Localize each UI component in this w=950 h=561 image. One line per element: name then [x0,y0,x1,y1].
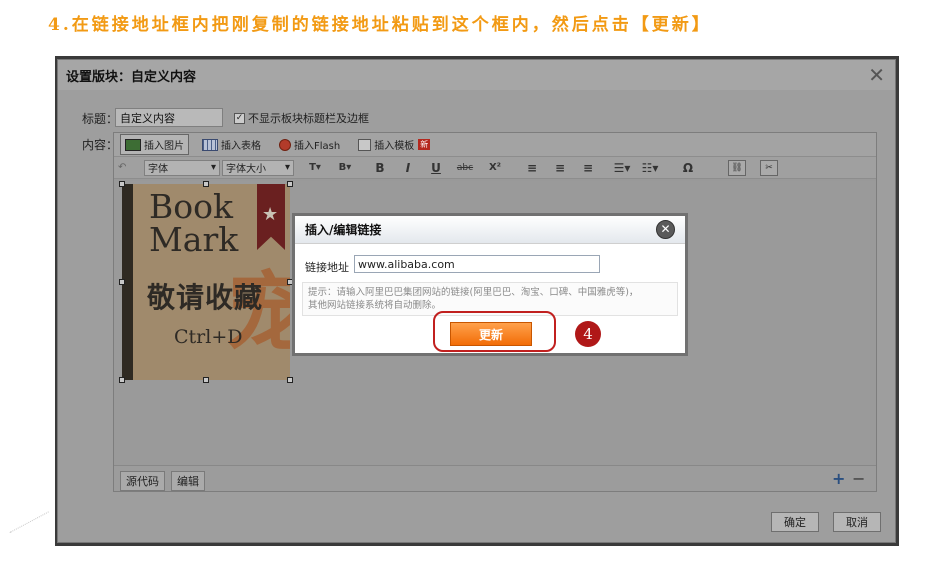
bold-button[interactable]: B [366,161,394,175]
superscript-button[interactable]: X² [480,162,510,173]
background-color-icon: B [338,162,347,173]
hide-title-bar-label: 不显示板块标题栏及边框 [248,112,369,125]
star-icon: ★ [262,204,279,225]
insert-table-button[interactable]: 插入表格 [197,134,266,155]
font-size-select[interactable]: 字体大小 ▾ [222,159,294,176]
insert-image-label: 插入图片 [144,141,184,152]
dialog-header: 设置版块：自定义内容 ✕ [58,60,895,90]
insert-table-label: 插入表格 [221,141,261,152]
bookmark-image[interactable]: ★ 宠 Book Mark 敬请收藏 Ctrl+D [122,184,290,380]
url-label: 链接地址 [305,261,349,274]
bookmark-shortcut: Ctrl+D [174,326,243,348]
insert-flash-button[interactable]: 插入Flash [274,134,345,155]
align-right-icon[interactable]: ≡ [574,161,602,175]
new-badge: 新 [418,139,431,150]
resize-handle[interactable] [203,377,209,383]
unlink-icon[interactable]: ✂ [760,159,778,176]
plus-icon[interactable]: + [832,469,845,488]
font-size-select-value: 字体大小 [226,164,266,175]
align-center-icon[interactable]: ≡ [546,161,574,175]
text-color-icon: T [309,162,316,173]
dialog-title: 设置版块：自定义内容 [66,69,197,85]
flash-icon [279,138,291,151]
resize-handle[interactable] [287,181,293,187]
title-input[interactable] [115,108,223,127]
bulleted-list-icon[interactable]: ☰▾ [608,161,636,175]
chevron-down-icon: ▾ [284,162,290,173]
step-number-badge: 4 [575,321,601,347]
italic-button[interactable]: I [394,161,422,175]
insert-template-button[interactable]: 插入模板新 [353,134,435,155]
confirm-button[interactable]: 确定 [771,512,819,532]
link-hint-line1: 提示：请输入阿里巴巴集团网站的链接(阿里巴巴、淘宝、口碑、中国雅虎等)， [308,287,639,298]
font-select[interactable]: 字体 ▾ [144,159,220,176]
bookmark-title-line2: Mark [149,220,239,259]
url-input[interactable] [354,255,600,273]
bookmark-title: Book Mark [149,190,238,256]
highlight-ring [433,311,556,352]
hide-title-bar-option[interactable]: ✓ 不显示板块标题栏及边框 [234,110,369,126]
bookmark-chinese-text: 敬请收藏 [147,281,264,314]
link-dialog-title: 插入/编辑链接 [305,223,382,237]
format-toolbar: ↶ 字体 ▾ 字体大小 ▾ T▾ B▾ B I U abc X² ≡ ≡ ≡ ☰▾ … [114,157,876,179]
underline-button[interactable]: U [422,161,450,175]
close-icon[interactable]: ✕ [868,65,885,85]
resize-handle[interactable] [203,181,209,187]
instruction-text: 4.在链接地址框内把刚复制的链接地址粘贴到这个框内，然后点击【更新】 [48,15,712,35]
text-color-button[interactable]: T▾ [300,162,330,173]
resize-handle[interactable] [119,181,125,187]
special-character-button[interactable]: Ω [674,161,702,175]
background-color-button[interactable]: B▾ [330,162,360,173]
resize-handle[interactable] [119,279,125,285]
insert-image-button[interactable]: 插入图片 [120,134,189,155]
link-dialog-header: 插入/编辑链接 ✕ [295,216,685,244]
insert-toolbar: 插入图片 插入表格 插入Flash 插入模板新 [114,133,876,157]
chevron-down-icon: ▾ [210,162,216,173]
strikethrough-button[interactable]: abc [450,163,480,173]
hide-title-bar-checkbox[interactable]: ✓ [234,112,245,124]
template-icon [358,138,372,151]
minus-icon[interactable]: − [852,469,865,488]
resize-handle[interactable] [287,377,293,383]
link-hint-line2: 其他网站链接系统将自动删除。 [308,300,442,311]
table-icon [202,138,218,151]
numbered-list-icon[interactable]: ☷▾ [636,161,664,175]
insert-template-label: 插入模板 [374,141,415,152]
tab-edit[interactable]: 编辑 [171,471,205,491]
tab-source-code[interactable]: 源代码 [120,471,165,491]
title-label: 标题： [82,112,119,126]
resize-handle[interactable] [119,377,125,383]
editor-footer: 源代码 编辑 + − [114,465,876,491]
insert-flash-label: 插入Flash [294,141,341,152]
image-icon [125,138,141,151]
close-icon[interactable]: ✕ [656,220,675,239]
undo-icon[interactable]: ↶ [118,162,138,173]
link-icon[interactable]: ⛓ [728,159,746,176]
cancel-button[interactable]: 取消 [833,512,881,532]
font-select-value: 字体 [148,164,168,175]
align-left-icon[interactable]: ≡ [518,161,546,175]
